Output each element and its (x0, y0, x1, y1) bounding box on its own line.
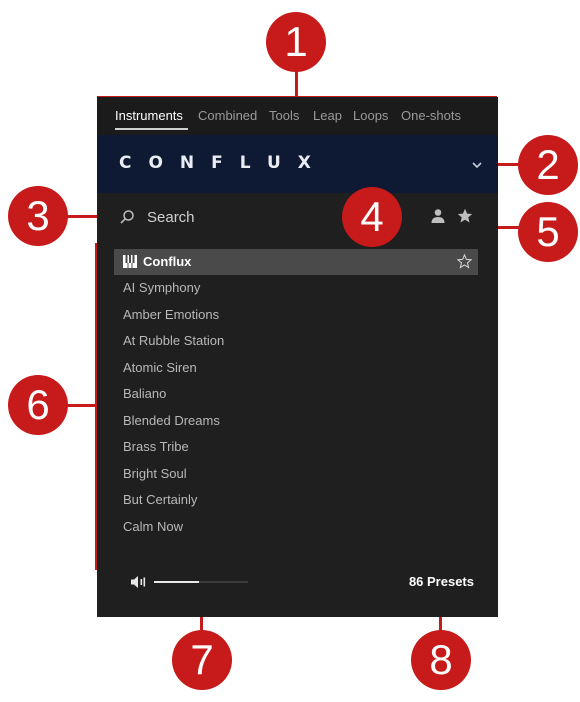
search-icon (120, 210, 134, 224)
volume-slider-fill (154, 581, 200, 583)
preset-count: 86 Presets (408, 574, 474, 589)
preset-list-item[interactable]: Atomic Siren (114, 355, 478, 382)
star-icon[interactable] (457, 208, 473, 224)
preset-label: Conflux (143, 254, 192, 269)
tab-leap[interactable]: Leap (313, 108, 342, 123)
callout-8: 8 (411, 630, 471, 690)
chevron-down-icon[interactable] (469, 157, 485, 173)
callout-1-stem (295, 70, 298, 98)
preset-list-item[interactable]: AI Symphony (114, 275, 478, 302)
footer-bar: 86 Presets (97, 567, 498, 617)
piano-icon (123, 255, 137, 269)
callout-6: 6 (8, 375, 68, 435)
tab-combined[interactable]: Combined (198, 108, 257, 123)
callout-4: 4 (342, 187, 402, 247)
instrument-logo: CONFLUX (119, 153, 328, 173)
preset-list-item[interactable]: Blended Dreams (114, 408, 478, 435)
preset-list: Conflux AI Symphony Amber Emotions At Ru… (114, 249, 478, 540)
preview-volume-slider[interactable] (154, 581, 248, 583)
search-input[interactable] (147, 206, 347, 228)
tab-loops[interactable]: Loops (353, 108, 388, 123)
callout-3: 3 (8, 186, 68, 246)
preset-list-item[interactable]: Bright Soul (114, 461, 478, 488)
preset-list-item[interactable]: At Rubble Station (114, 328, 478, 355)
tab-bar: Instruments Combined Tools Leap Loops On… (97, 97, 498, 135)
user-icon[interactable] (430, 208, 446, 224)
callout-7: 7 (172, 630, 232, 690)
active-tab-underline (115, 128, 188, 130)
callout-5: 5 (518, 202, 578, 262)
plugin-panel: Instruments Combined Tools Leap Loops On… (97, 97, 498, 617)
tab-instruments[interactable]: Instruments (115, 108, 183, 123)
speaker-icon[interactable] (130, 575, 148, 589)
preset-list-item[interactable]: Brass Tribe (114, 434, 478, 461)
preset-list-item[interactable]: Amber Emotions (114, 302, 478, 329)
preset-list-item-selected[interactable]: Conflux (114, 249, 478, 275)
favorite-star-icon[interactable] (457, 254, 472, 269)
instrument-banner[interactable]: CONFLUX (97, 135, 498, 193)
callout-2: 2 (518, 135, 578, 195)
callout-1: 1 (266, 12, 326, 72)
preset-list-item[interactable]: But Certainly (114, 487, 478, 514)
preset-list-item[interactable]: Calm Now (114, 514, 478, 541)
tab-one-shots[interactable]: One-shots (401, 108, 461, 123)
preset-list-item[interactable]: Baliano (114, 381, 478, 408)
tab-tools[interactable]: Tools (269, 108, 299, 123)
